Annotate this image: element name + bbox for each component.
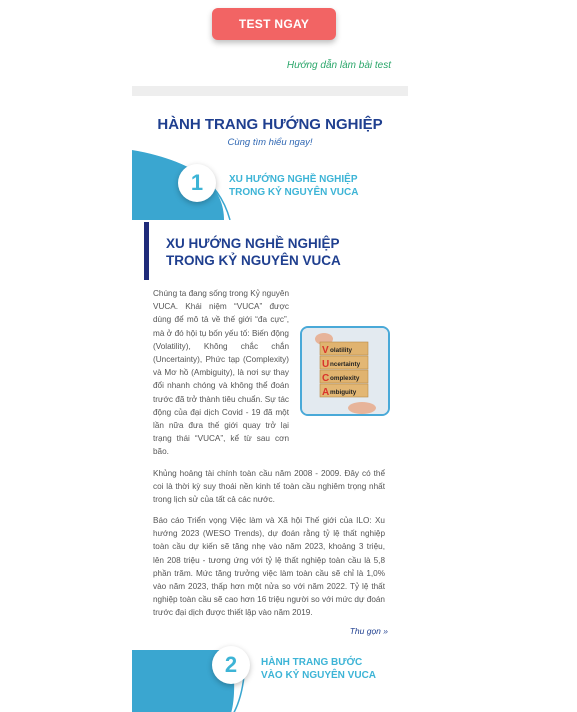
vuca-word-a: mbiguity xyxy=(330,389,357,396)
article-accent-bar xyxy=(144,222,149,280)
article-title-line1: XU HƯỚNG NGHỀ NGHIỆP xyxy=(166,236,340,251)
collapse-link[interactable]: Thu gọn » xyxy=(350,626,388,636)
vuca-letter-u: U xyxy=(322,359,329,370)
vuca-letter-v: V xyxy=(322,345,329,356)
article-paragraph-2: Khủng hoảng tài chính toàn cầu năm 2008 … xyxy=(153,469,385,505)
step-2-band[interactable]: 2 HÀNH TRANG BƯỚC VÀO KỶ NGUYÊN VUCA xyxy=(132,646,408,712)
article-paragraph-3: Báo cáo Triển vọng Việc làm và Xã hội Th… xyxy=(153,516,385,618)
step-1-label: XU HƯỚNG NGHỀ NGHIỆP TRONG KỶ NGUYÊN VUC… xyxy=(229,173,358,199)
article-title: XU HƯỚNG NGHỀ NGHIỆP TRONG KỶ NGUYÊN VUC… xyxy=(166,235,386,269)
vuca-blocks-illustration: V olatility U ncertainty C omplexity A m… xyxy=(302,328,388,414)
step-1-label-line2: TRONG KỶ NGUYÊN VUCA xyxy=(229,187,359,198)
vuca-word-v: olatility xyxy=(330,347,353,354)
section-subtitle: Cùng tìm hiểu ngay! xyxy=(227,137,313,148)
section-divider xyxy=(132,86,408,96)
step-2-number: 2 xyxy=(212,646,250,684)
vuca-word-u: ncertainty xyxy=(330,361,361,368)
step-1-label-line1: XU HƯỚNG NGHỀ NGHIỆP xyxy=(229,174,358,185)
step-2-label-line1: HÀNH TRANG BƯỚC xyxy=(261,657,363,668)
step-1-number: 1 xyxy=(178,164,216,202)
page-content: TEST NGAY Hướng dẫn làm bài test HÀNH TR… xyxy=(132,0,408,712)
vuca-letter-a: A xyxy=(322,387,329,398)
article-title-line2: TRONG KỶ NGUYÊN VUCA xyxy=(166,253,341,268)
vuca-letter-c: C xyxy=(322,373,329,384)
article-paragraph-1: Chúng ta đang sống trong Kỷ nguyên VUCA.… xyxy=(153,289,289,457)
vuca-image: V olatility U ncertainty C omplexity A m… xyxy=(300,326,390,416)
step-1-band[interactable]: 1 XU HƯỚNG NGHỀ NGHIỆP TRONG KỶ NGUYÊN V… xyxy=(132,150,408,220)
test-guide-link[interactable]: Hướng dẫn làm bài test xyxy=(287,60,391,71)
step-2-label: HÀNH TRANG BƯỚC VÀO KỶ NGUYÊN VUCA xyxy=(261,656,376,682)
section-title: HÀNH TRANG HƯỚNG NGHIỆP xyxy=(157,116,383,133)
vuca-word-c: omplexity xyxy=(330,375,360,382)
test-now-button[interactable]: TEST NGAY xyxy=(212,8,336,40)
step-2-label-line2: VÀO KỶ NGUYÊN VUCA xyxy=(261,670,377,681)
